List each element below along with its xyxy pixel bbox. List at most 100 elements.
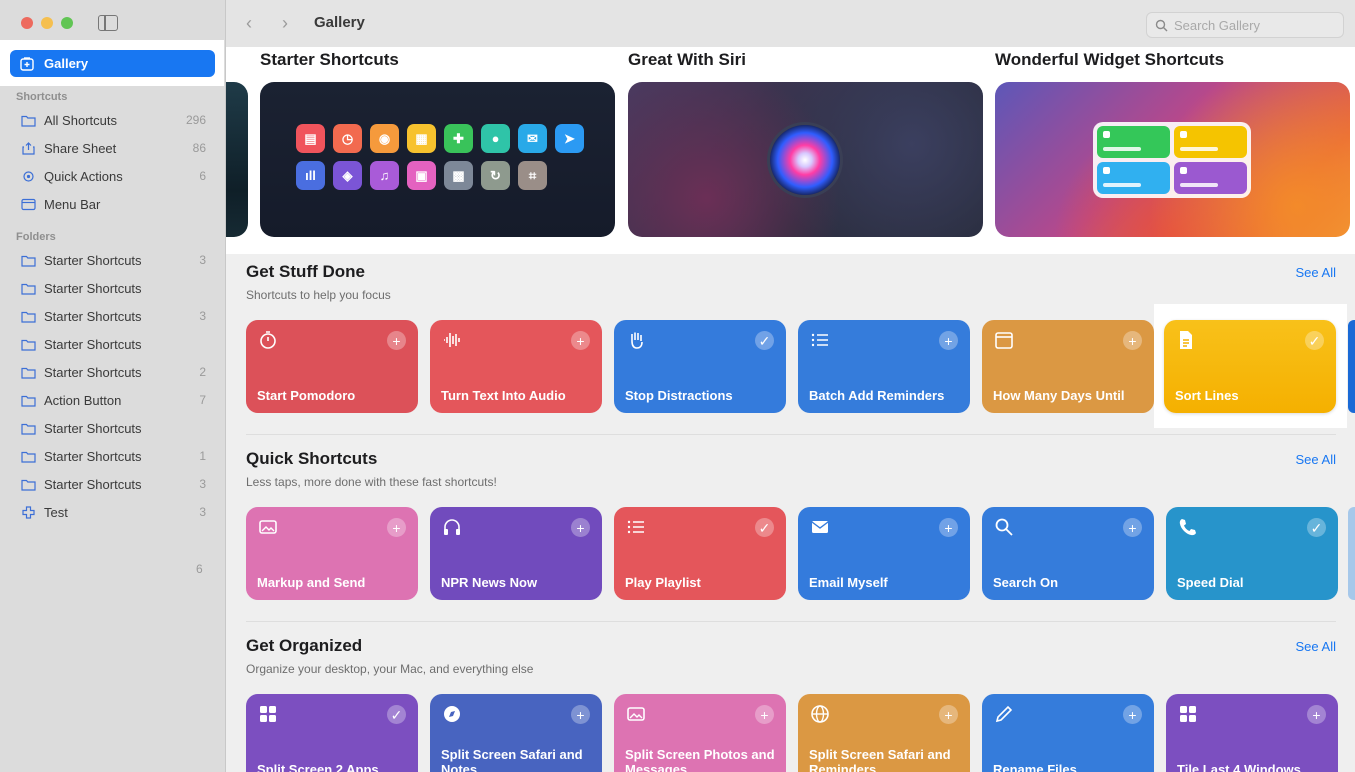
sidebar-toggle-icon[interactable] xyxy=(98,15,118,31)
shortcut-card[interactable]: + How Many Days Until xyxy=(982,320,1154,413)
folder-icon xyxy=(20,337,36,351)
shortcut-card[interactable]: + Start Pomodoro xyxy=(246,320,418,413)
featured-card-peek[interactable] xyxy=(226,82,248,237)
card-label: Sort Lines xyxy=(1175,388,1239,403)
sidebar-folder-item[interactable]: Starter Shortcuts 2 xyxy=(20,360,206,384)
search-input[interactable] xyxy=(1174,17,1334,33)
shortcut-card[interactable]: + Batch Add Reminders xyxy=(798,320,970,413)
sidebar-folder-item-action-button[interactable]: Action Button 7 xyxy=(20,388,206,412)
see-all-link[interactable]: See All xyxy=(1296,452,1336,467)
add-button[interactable]: + xyxy=(939,518,958,537)
card-label: Speed Dial xyxy=(1177,575,1244,590)
shortcut-card[interactable]: + Split Screen Safari and Notes xyxy=(430,694,602,772)
add-button[interactable]: + xyxy=(1123,331,1142,350)
add-button[interactable]: + xyxy=(755,705,774,724)
card-label: Split Screen Safari and Reminders xyxy=(809,747,951,772)
qr-code-icon: ▩ xyxy=(444,161,473,190)
zoom-window-button[interactable] xyxy=(61,17,73,29)
sidebar-folder-item[interactable]: Starter Shortcuts xyxy=(20,416,206,440)
shortcut-card[interactable]: + Markup and Send xyxy=(246,507,418,600)
sidebar-item-label: Starter Shortcuts xyxy=(44,308,142,324)
sidebar-folder-item[interactable]: Starter Shortcuts 1 xyxy=(20,444,206,468)
search-icon xyxy=(994,517,1014,537)
sidebar-folder-item[interactable]: Starter Shortcuts 3 xyxy=(20,304,206,328)
minimize-window-button[interactable] xyxy=(41,17,53,29)
shortcut-card[interactable]: + NPR News Now xyxy=(430,507,602,600)
music-widget-tile xyxy=(1174,162,1247,194)
sidebar-item-test[interactable]: Test 3 xyxy=(20,500,206,524)
shortcut-card[interactable]: ✓ Play Playlist xyxy=(614,507,786,600)
back-chevron-icon[interactable]: ‹ xyxy=(246,14,262,32)
waveform-icon xyxy=(442,330,462,350)
add-button[interactable]: + xyxy=(1123,705,1142,724)
added-checkmark-button[interactable]: ✓ xyxy=(1305,331,1324,350)
added-checkmark-button[interactable]: ✓ xyxy=(1307,518,1326,537)
add-button[interactable]: + xyxy=(387,518,406,537)
close-window-button[interactable] xyxy=(21,17,33,29)
shortcut-card[interactable]: + Search On xyxy=(982,507,1154,600)
added-checkmark-button[interactable]: ✓ xyxy=(755,518,774,537)
card-label: Markup and Send xyxy=(257,575,366,590)
app-icon-grid: ▤ ◷ ◉ ▦ ✚ ● ✉ ➤ ıll ◈ ♫ ▣ ▩ ↻ ⌗ xyxy=(290,124,590,190)
sidebar-item-count: 3 xyxy=(199,477,206,491)
sidebar-folder-item[interactable]: Starter Shortcuts xyxy=(20,332,206,356)
section-title: Get Stuff Done xyxy=(246,262,365,281)
see-all-link[interactable]: See All xyxy=(1296,639,1336,654)
add-button[interactable]: + xyxy=(939,331,958,350)
list-icon xyxy=(626,517,646,537)
card-label: Rename Files xyxy=(993,762,1077,772)
sidebar-item-gallery[interactable]: Gallery xyxy=(10,50,215,77)
folders-section-header: Folders xyxy=(16,231,56,243)
add-button[interactable]: + xyxy=(571,705,590,724)
add-button[interactable]: + xyxy=(571,518,590,537)
featured-card-image xyxy=(628,82,983,237)
add-button[interactable]: + xyxy=(939,705,958,724)
featured-card-siri[interactable]: Great With Siri xyxy=(628,47,983,237)
sidebar-item-menu-bar[interactable]: Menu Bar xyxy=(20,192,206,216)
add-button[interactable]: + xyxy=(1307,705,1326,724)
sidebar-item-label: Starter Shortcuts xyxy=(44,336,142,352)
add-button[interactable]: + xyxy=(387,331,406,350)
section-subtitle: Shortcuts to help you focus xyxy=(246,288,391,302)
shortcut-card[interactable]: + Email Myself xyxy=(798,507,970,600)
widget-preview xyxy=(1093,122,1251,198)
added-checkmark-button[interactable]: ✓ xyxy=(755,331,774,350)
shortcut-card[interactable]: + Tile Last 4 Windows xyxy=(1166,694,1338,772)
plus-puzzle-icon xyxy=(20,505,36,519)
headphones-icon xyxy=(442,517,462,537)
sidebar-folder-item[interactable]: Starter Shortcuts 3 xyxy=(20,472,206,496)
forward-chevron-icon[interactable]: › xyxy=(282,14,298,32)
shortcut-card[interactable]: ✓ Speed Dial xyxy=(1166,507,1338,600)
shortcut-card[interactable]: + Rename Files xyxy=(982,694,1154,772)
card-peek[interactable] xyxy=(1348,320,1355,413)
sidebar-item-all-shortcuts[interactable]: All Shortcuts 296 xyxy=(20,108,206,132)
document-icon xyxy=(1176,330,1196,350)
shortcut-card[interactable]: + Split Screen Safari and Reminders xyxy=(798,694,970,772)
shortcut-card[interactable]: + Turn Text Into Audio xyxy=(430,320,602,413)
add-button[interactable]: + xyxy=(1123,518,1142,537)
shortcut-card-sort-lines[interactable]: ✓ Sort Lines xyxy=(1164,320,1336,413)
sidebar: Gallery Shortcuts All Shortcuts 296 Shar… xyxy=(0,0,226,772)
folder-icon xyxy=(20,449,36,463)
podcast-icon: ◉ xyxy=(370,124,399,153)
shortcut-card[interactable]: ✓ Stop Distractions xyxy=(614,320,786,413)
sidebar-item-quick-actions[interactable]: Quick Actions 6 xyxy=(20,164,206,188)
sidebar-folder-item[interactable]: Starter Shortcuts 3 xyxy=(20,248,206,272)
page-title: Gallery xyxy=(314,14,365,31)
card-peek[interactable] xyxy=(1348,507,1355,600)
sidebar-item-gallery-label: Gallery xyxy=(44,56,89,71)
add-button[interactable]: + xyxy=(571,331,590,350)
sidebar-item-count: 3 xyxy=(199,505,206,519)
search-field[interactable] xyxy=(1146,12,1344,38)
featured-card-widgets[interactable]: Wonderful Widget Shortcuts xyxy=(995,47,1350,237)
section-subtitle: Less taps, more done with these fast sho… xyxy=(246,475,497,489)
card-label: Turn Text Into Audio xyxy=(441,388,566,403)
see-all-link[interactable]: See All xyxy=(1296,265,1336,280)
added-checkmark-button[interactable]: ✓ xyxy=(387,705,406,724)
shortcut-card[interactable]: ✓ Split Screen 2 Apps xyxy=(246,694,418,772)
calendar-icon xyxy=(994,330,1014,350)
sidebar-folder-item[interactable]: Starter Shortcuts xyxy=(20,276,206,300)
shortcut-card[interactable]: + Split Screen Photos and Messages xyxy=(614,694,786,772)
featured-card-starter[interactable]: Starter Shortcuts ▤ ◷ ◉ ▦ ✚ ● ✉ ➤ ıll ◈ … xyxy=(260,47,615,237)
sidebar-item-share-sheet[interactable]: Share Sheet 86 xyxy=(20,136,206,160)
